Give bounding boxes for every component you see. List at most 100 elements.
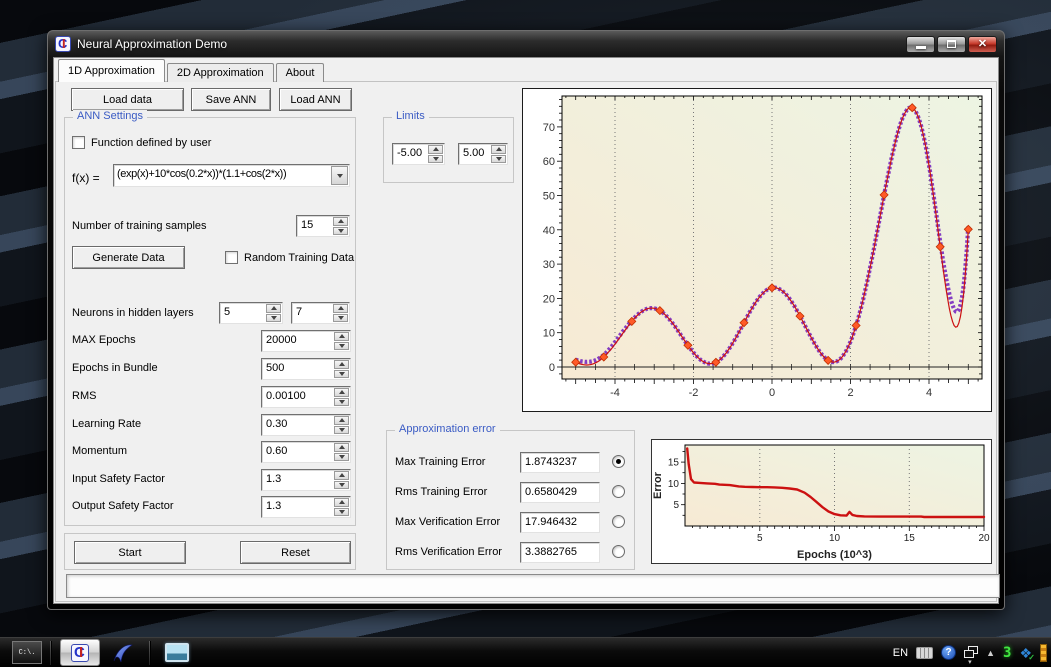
- svg-text:10: 10: [543, 328, 555, 340]
- training-samples-spinner[interactable]: 15: [296, 215, 350, 237]
- close-button[interactable]: ✕: [968, 36, 997, 53]
- training-samples-down-button[interactable]: [333, 227, 348, 236]
- random-training-data-checkbox[interactable]: Random Training Data: [225, 251, 354, 264]
- down-arrow-icon: [496, 157, 502, 161]
- limit-upper-down-button[interactable]: [491, 155, 506, 164]
- rms-verification-error-field[interactable]: 3.3882765: [520, 542, 600, 563]
- start-button[interactable]: Start: [74, 541, 186, 564]
- rms-down-button[interactable]: [334, 398, 349, 407]
- learning-rate-spinner[interactable]: 0.30: [261, 414, 351, 436]
- save-ann-button[interactable]: Save ANN: [191, 88, 271, 111]
- up-arrow-icon: [339, 362, 345, 366]
- momentum-up-button[interactable]: [334, 443, 349, 452]
- learning-rate-down-button[interactable]: [334, 426, 349, 435]
- tab-about[interactable]: About: [276, 63, 325, 82]
- epochs-in-bundle-spinner[interactable]: 500: [261, 358, 351, 380]
- taskbar-image-viewer-icon[interactable]: [159, 639, 195, 666]
- max-verification-error-field[interactable]: 17.946432: [520, 512, 600, 533]
- neurons-layer1-down-button[interactable]: [266, 314, 281, 323]
- dropbox-icon[interactable]: ❖✓: [1019, 646, 1032, 660]
- clipped-tray-icon[interactable]: [1040, 644, 1047, 662]
- max-verification-error-radio[interactable]: [612, 515, 625, 528]
- limit-upper-value[interactable]: 5.00: [459, 144, 490, 164]
- input-safety-factor-value[interactable]: 1.3: [262, 470, 333, 490]
- max-training-error-radio[interactable]: [612, 455, 625, 468]
- neurons-layer1-value[interactable]: 5: [220, 303, 265, 323]
- input-safety-factor-down-button[interactable]: [334, 481, 349, 490]
- max-training-error-field[interactable]: 1.8743237: [520, 452, 600, 473]
- epochs-in-bundle-down-button[interactable]: [334, 370, 349, 379]
- help-icon[interactable]: ?: [941, 645, 956, 660]
- tab-2d-approximation[interactable]: 2D Approximation: [167, 63, 274, 82]
- limit-upper-up-button[interactable]: [491, 145, 506, 154]
- up-arrow-icon: [339, 473, 345, 477]
- learning-rate-value[interactable]: 0.30: [262, 415, 333, 435]
- taskbar-command-prompt-icon[interactable]: C:\.: [12, 641, 42, 664]
- max-epochs-spinner[interactable]: 20000: [261, 330, 351, 352]
- output-safety-factor-spinner[interactable]: 1.3: [261, 496, 351, 518]
- taskbar-neural-app-button[interactable]: CI: [60, 639, 100, 666]
- progress-bar: [66, 574, 1000, 598]
- rms-verification-error-radio[interactable]: [612, 545, 625, 558]
- limit-lower-down-button[interactable]: [428, 155, 443, 164]
- output-safety-factor-down-button[interactable]: [334, 508, 349, 517]
- training-samples-up-button[interactable]: [333, 217, 348, 226]
- function-defined-by-user-checkbox[interactable]: Function defined by user: [72, 136, 211, 149]
- neurons-layer2-value[interactable]: 7: [292, 303, 332, 323]
- down-arrow-icon: [339, 483, 345, 487]
- limit-upper-spinner[interactable]: 5.00: [458, 143, 508, 165]
- limit-lower-up-button[interactable]: [428, 145, 443, 154]
- neurons-layer1-spinner[interactable]: 5: [219, 302, 283, 324]
- limit-lower-spinner[interactable]: -5.00: [392, 143, 445, 165]
- momentum-spinner[interactable]: 0.60: [261, 441, 351, 463]
- error-chart-panel: 510155101520ErrorEpochs (10^3): [651, 439, 992, 564]
- taskbar-swoosh-app-icon[interactable]: [105, 639, 141, 666]
- rms-training-error-field[interactable]: 0.6580429: [520, 482, 600, 503]
- max-epochs-up-button[interactable]: [334, 332, 349, 341]
- generate-data-button[interactable]: Generate Data: [72, 246, 185, 269]
- momentum-down-button[interactable]: [334, 453, 349, 462]
- input-safety-factor-up-button[interactable]: [334, 471, 349, 480]
- keyboard-icon[interactable]: [916, 647, 933, 659]
- momentum-value[interactable]: 0.60: [262, 442, 333, 462]
- max-epochs-down-button[interactable]: [334, 342, 349, 351]
- learning-rate-up-button[interactable]: [334, 416, 349, 425]
- rms-training-error-radio[interactable]: [612, 485, 625, 498]
- rms-up-button[interactable]: [334, 388, 349, 397]
- load-ann-button[interactable]: Load ANN: [279, 88, 352, 111]
- epochs-in-bundle-up-button[interactable]: [334, 360, 349, 369]
- svg-text:20: 20: [978, 533, 990, 544]
- checkbox-box[interactable]: [72, 136, 85, 149]
- rms-spinner[interactable]: 0.00100: [261, 386, 351, 408]
- neurons-layer1-up-button[interactable]: [266, 304, 281, 313]
- actions-panel: Start Reset: [64, 533, 356, 570]
- output-safety-factor-up-button[interactable]: [334, 498, 349, 507]
- tab-1d-approximation[interactable]: 1D Approximation: [58, 59, 165, 82]
- limit-lower-value[interactable]: -5.00: [393, 144, 427, 164]
- rms-value[interactable]: 0.00100: [262, 387, 333, 407]
- combobox-dropdown-button[interactable]: [331, 166, 348, 185]
- title-bar[interactable]: CI Neural Approximation Demo ✕: [48, 31, 1004, 57]
- neurons-layer2-spinner[interactable]: 7: [291, 302, 350, 324]
- max-epochs-value[interactable]: 20000: [262, 331, 333, 351]
- epochs-in-bundle-value[interactable]: 500: [262, 359, 333, 379]
- load-data-button[interactable]: Load data: [71, 88, 184, 111]
- training-samples-value[interactable]: 15: [297, 216, 332, 236]
- windows-stack-icon[interactable]: ▾: [964, 646, 978, 660]
- green-counter-icon[interactable]: 3: [1003, 646, 1011, 660]
- input-safety-factor-spinner[interactable]: 1.3: [261, 469, 351, 491]
- up-arrow-icon: [339, 445, 345, 449]
- tray-show-icons-arrow[interactable]: ▲: [986, 648, 995, 658]
- checkbox-box[interactable]: [225, 251, 238, 264]
- neurons-layer2-up-button[interactable]: [333, 304, 348, 313]
- output-safety-factor-value[interactable]: 1.3: [262, 497, 333, 517]
- svg-text:0: 0: [549, 362, 555, 374]
- function-combobox-value[interactable]: (exp(x)+10*cos(0.2*x))*(1.1+cos(2*x)): [114, 165, 330, 186]
- maximize-button[interactable]: [937, 36, 966, 53]
- neurons-layer2-down-button[interactable]: [333, 314, 348, 323]
- minimize-button[interactable]: [906, 36, 935, 53]
- down-arrow-icon: [339, 344, 345, 348]
- function-combobox[interactable]: (exp(x)+10*cos(0.2*x))*(1.1+cos(2*x)): [113, 164, 350, 187]
- reset-button[interactable]: Reset: [240, 541, 351, 564]
- language-indicator[interactable]: EN: [893, 647, 908, 659]
